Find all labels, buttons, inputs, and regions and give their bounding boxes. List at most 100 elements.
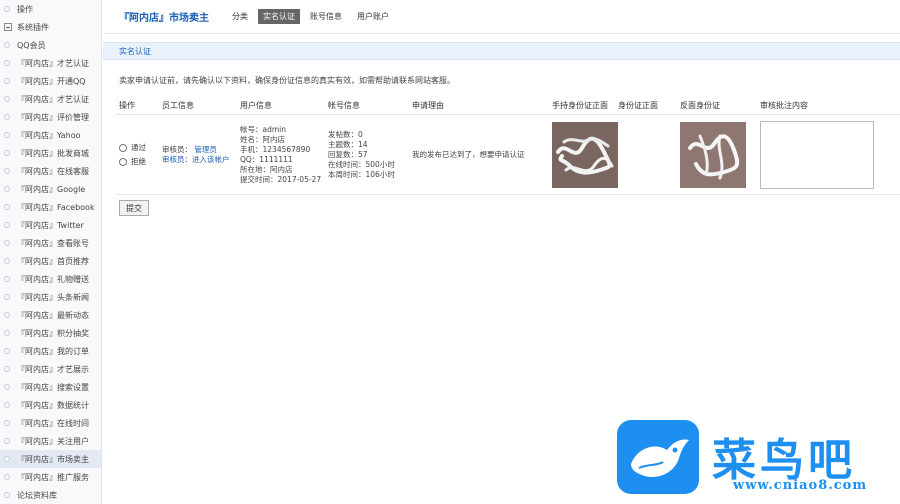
tab-account-info[interactable]: 账号信息 <box>305 9 347 24</box>
sidebar-item-label: 『阿内店』查看账号 <box>17 238 89 248</box>
tab-verification[interactable]: 实名认证 <box>258 9 300 24</box>
sidebar-item[interactable]: 论坛资料库 <box>0 486 101 504</box>
col-header-user: 用户信息 <box>240 101 272 110</box>
approve-radio[interactable] <box>119 143 127 152</box>
sidebar-item-label: 『阿内店』Twitter <box>17 220 84 230</box>
sidebar-item[interactable]: 『阿内店』市场卖主 <box>0 450 101 468</box>
sidebar-item-label: 『阿内店』才艺展示 <box>17 364 89 374</box>
sidebar-item-label: 论坛资料库 <box>17 490 57 500</box>
account-line: 主题数：14 <box>328 139 368 149</box>
user-line: 提交时间：2017-05-27 <box>240 174 322 184</box>
sidebar-item[interactable]: 『阿内店』搜索设置 <box>0 378 101 396</box>
sidebar-item-label: 『阿内店』市场卖主 <box>17 454 89 464</box>
worker-cell: 审核员： 管理员 审核员：进入该帐户 <box>162 145 240 165</box>
sidebar-item-label: 『阿内店』Google <box>17 184 86 194</box>
col-header-operation: 操作 <box>119 101 135 110</box>
sidebar-item[interactable]: 『阿内店』在线时间 <box>0 414 101 432</box>
tab-category[interactable]: 分类 <box>227 9 253 24</box>
bullet-icon <box>4 168 10 174</box>
approve-option[interactable]: 通过 <box>119 142 162 153</box>
reject-label: 拒绝 <box>131 157 146 166</box>
sidebar-item-label: 『阿内店』推广服务 <box>17 472 89 482</box>
sidebar-item[interactable]: 『阿内店』评价管理 <box>0 108 101 126</box>
sidebar-item[interactable]: 系统插件 <box>0 18 101 36</box>
sidebar-item[interactable]: 『阿内店』礼物赠送 <box>0 270 101 288</box>
worker-link[interactable]: 管理员 <box>194 145 217 154</box>
bullet-icon <box>4 204 10 210</box>
site-title[interactable]: 『阿内店』市场卖主 <box>119 9 209 24</box>
submit-button[interactable]: 提交 <box>119 200 149 216</box>
note-cell <box>760 120 880 189</box>
watermark: 菜鸟吧 www.cniao8.com <box>617 418 900 504</box>
handheld-id-photo[interactable] <box>552 121 618 188</box>
sidebar-item[interactable]: 『阿内店』积分抽奖 <box>0 324 101 342</box>
worker-line: 审核员： <box>162 144 192 154</box>
sidebar-item[interactable]: 『阿内店』Twitter <box>0 216 101 234</box>
handheld-id-cell <box>552 121 618 188</box>
bullet-icon <box>4 438 10 444</box>
sidebar-item-label: 『阿内店』开通QQ <box>17 76 86 86</box>
notice-text: 卖家申请认证前，请先确认以下资料，确保身份证信息的真实有效，如需帮助请联系网站客… <box>119 76 455 85</box>
sidebar-item-label: 操作 <box>17 4 33 14</box>
sidebar-item[interactable]: 『阿内店』关注用户 <box>0 432 101 450</box>
section-title: 实名认证 <box>119 46 151 56</box>
sidebar-item[interactable]: 『阿内店』Google <box>0 180 101 198</box>
sidebar-item[interactable]: 『阿内店』数据统计 <box>0 396 101 414</box>
col-header-id-front: 身份证正面 <box>618 101 658 110</box>
sidebar-item-label: 『阿内店』数据统计 <box>17 400 89 410</box>
sidebar-item[interactable]: 『阿内店』批发商城 <box>0 144 101 162</box>
sidebar-item[interactable]: 『阿内店』Facebook <box>0 198 101 216</box>
bullet-icon <box>4 420 10 426</box>
sidebar-item-label: 『阿内店』头条新闻 <box>17 292 89 302</box>
sidebar-item[interactable]: 『阿内店』Yahoo <box>0 126 101 144</box>
user-info-cell: 帐号：admin 姓名：阿内店 手机：1234567890 QQ：1111111… <box>240 125 328 185</box>
sidebar-item-label: 『阿内店』我的订单 <box>17 346 89 356</box>
sidebar-item-label: 『阿内店』积分抽奖 <box>17 328 89 338</box>
sidebar-item[interactable]: 『阿内店』我的订单 <box>0 342 101 360</box>
col-header-worker: 员工信息 <box>162 101 194 110</box>
account-line: 回复数：57 <box>328 149 368 159</box>
sidebar-item[interactable]: 『阿内店』查看账号 <box>0 234 101 252</box>
note-textarea[interactable] <box>760 120 874 189</box>
sidebar-item[interactable]: 『阿内店』才艺认证 <box>0 90 101 108</box>
account-line: 发帖数：0 <box>328 129 363 139</box>
sidebar-item[interactable]: 『阿内店』才艺展示 <box>0 360 101 378</box>
bullet-icon <box>4 258 10 264</box>
bird-logo-icon <box>617 420 699 494</box>
bullet-icon <box>4 402 10 408</box>
sidebar-item-label: 『阿内店』在线客服 <box>17 166 89 176</box>
sidebar-item-label: 『阿内店』Yahoo <box>17 130 81 140</box>
user-line: 所在地：阿内店 <box>240 164 293 174</box>
sidebar-item[interactable]: 『阿内店』头条新闻 <box>0 288 101 306</box>
id-back-photo[interactable] <box>680 121 746 188</box>
sidebar-item[interactable]: 『阿内店』才艺认证 <box>0 54 101 72</box>
sidebar-item-label: 『阿内店』批发商城 <box>17 148 89 158</box>
tab-user-account[interactable]: 用户账户 <box>352 9 394 24</box>
sidebar-item[interactable]: 操作 <box>0 0 101 18</box>
sidebar-item-label: 『阿内店』才艺认证 <box>17 58 89 68</box>
bullet-icon <box>4 114 10 120</box>
table-header-row: 操作 员工信息 用户信息 帐号信息 申请理由 手持身份证正面 身份证正面 反面身… <box>116 97 900 115</box>
sidebar-item-label: 『阿内店』评价管理 <box>17 112 89 122</box>
sidebar-item-label: 『阿内店』礼物赠送 <box>17 274 89 284</box>
user-line: 帐号：admin <box>240 124 286 134</box>
sidebar-item[interactable]: 『阿内店』首页推荐 <box>0 252 101 270</box>
user-line: 手机：1234567890 <box>240 144 311 154</box>
sidebar-item[interactable]: 『阿内店』推广服务 <box>0 468 101 486</box>
bullet-icon <box>4 330 10 336</box>
worker-line[interactable]: 审核员：进入该帐户 <box>162 155 230 164</box>
col-header-id-back: 反面身份证 <box>680 101 720 110</box>
reason-cell: 我的发布已达到了，想要申请认证 <box>412 150 552 160</box>
sidebar-item[interactable]: 『阿内店』开通QQ <box>0 72 101 90</box>
sidebar-item[interactable]: 『阿内店』最新动态 <box>0 306 101 324</box>
reason-text: 我的发布已达到了，想要申请认证 <box>412 149 525 159</box>
reject-option[interactable]: 拒绝 <box>119 156 162 167</box>
reject-radio[interactable] <box>119 157 127 166</box>
verification-table: 操作 员工信息 用户信息 帐号信息 申请理由 手持身份证正面 身份证正面 反面身… <box>116 97 900 195</box>
bullet-icon <box>4 222 10 228</box>
sidebar-item[interactable]: QQ会员 <box>0 36 101 54</box>
collapse-icon <box>4 23 12 31</box>
bullet-icon <box>4 186 10 192</box>
id-back-cell <box>680 121 760 188</box>
sidebar-item[interactable]: 『阿内店』在线客服 <box>0 162 101 180</box>
